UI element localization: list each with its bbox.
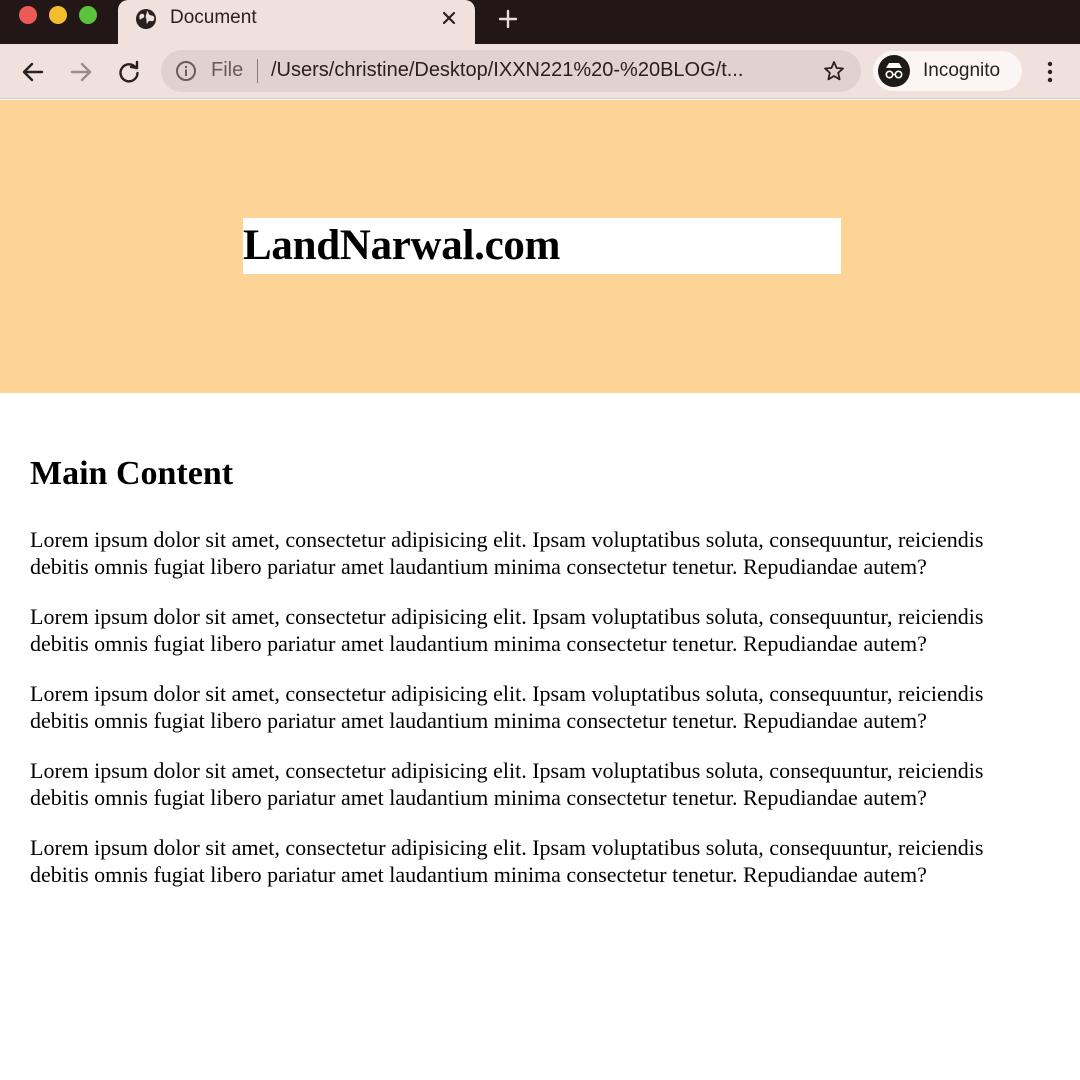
main-heading: Main Content — [30, 455, 234, 492]
tab-document[interactable]: Document — [118, 0, 475, 44]
star-icon[interactable] — [823, 60, 845, 82]
kebab-menu-icon[interactable] — [1040, 60, 1060, 84]
paragraph: Lorem ipsum dolor sit amet, consectetur … — [30, 681, 984, 733]
url-scheme-label: File — [211, 59, 244, 81]
info-icon[interactable] — [175, 60, 197, 82]
back-arrow-icon[interactable] — [20, 59, 46, 85]
divider — [257, 59, 258, 83]
incognito-label: Incognito — [923, 60, 1001, 81]
plus-icon[interactable] — [497, 8, 519, 30]
incognito-button[interactable]: Incognito — [873, 51, 1022, 91]
browser-toolbar: File /Users/christine/Desktop/IXXN221%20… — [0, 44, 1080, 99]
url-text[interactable]: /Users/christine/Desktop/IXXN221%20-%20B… — [271, 59, 801, 82]
paragraph: Lorem ipsum dolor sit amet, consectetur … — [30, 758, 984, 810]
close-icon[interactable] — [440, 9, 458, 27]
paragraph: Lorem ipsum dolor sit amet, consectetur … — [30, 835, 984, 887]
reload-icon[interactable] — [116, 59, 142, 85]
window-zoom-button[interactable] — [79, 6, 97, 24]
window-minimize-button[interactable] — [49, 6, 67, 24]
paragraph: Lorem ipsum dolor sit amet, consectetur … — [30, 604, 984, 656]
main-content: Main Content Lorem ipsum dolor sit amet,… — [30, 454, 1060, 911]
page-viewport: LandNarwal.com Main Content Lorem ipsum … — [0, 100, 1080, 1080]
forward-arrow-icon[interactable] — [68, 59, 94, 85]
site-title-box: LandNarwal.com — [243, 218, 841, 274]
tab-title: Document — [170, 7, 257, 28]
paragraph: Lorem ipsum dolor sit amet, consectetur … — [30, 527, 984, 579]
incognito-icon — [878, 55, 910, 87]
site-title: LandNarwal.com — [243, 222, 561, 269]
address-bar[interactable]: File /Users/christine/Desktop/IXXN221%20… — [161, 50, 861, 92]
window-close-button[interactable] — [19, 6, 37, 24]
globe-icon — [135, 8, 157, 30]
browser-tab-strip: Document — [0, 0, 1080, 44]
hero-banner: LandNarwal.com — [0, 100, 1080, 393]
